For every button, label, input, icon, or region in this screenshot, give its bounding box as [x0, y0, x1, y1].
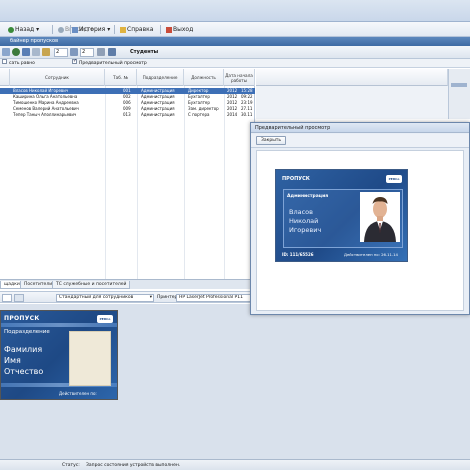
column-header-start-date[interactable]: Дата начала работы — [224, 69, 255, 86]
scroll-thumb[interactable] — [451, 83, 467, 87]
printer-icon[interactable] — [2, 294, 12, 302]
settings-icon[interactable] — [97, 48, 105, 56]
toolbar-field-2[interactable]: 2 — [80, 48, 94, 57]
grid-header-indicator — [0, 69, 10, 86]
app-title-bar: байнер пропусков — [0, 37, 470, 46]
menu-bar: Назад ▾ Вперед ▾ История ▾ Справка Выход — [0, 22, 470, 37]
history-icon — [72, 26, 78, 33]
refresh-icon[interactable] — [12, 48, 20, 56]
menu-separator — [52, 25, 53, 34]
mode-label[interactable]: Студенты — [130, 48, 158, 57]
card-department: Администрация — [287, 194, 329, 199]
cell-position: С портера — [188, 112, 210, 117]
card-id: ID: 111/65526 — [282, 252, 314, 257]
toolbar: 2 2 Студенты — [0, 46, 470, 59]
cell-date: 2014 — [227, 112, 238, 117]
preview-checkbox[interactable]: Предварительный просмотр — [72, 57, 147, 68]
photo-placeholder — [69, 331, 111, 386]
card-decor-band — [1, 323, 117, 327]
right-grid-header — [256, 69, 448, 86]
card-patronymic: Отчество — [4, 367, 44, 376]
menu-separator — [160, 25, 161, 34]
card-title: ПРОПУСК — [4, 315, 40, 322]
template-icon[interactable] — [14, 294, 24, 302]
menu-help[interactable]: Справка — [118, 24, 155, 35]
badge-template-card[interactable]: ПРОПУСК PERCo Подразделение Фамилия Имя … — [0, 310, 118, 400]
card-title: ПРОПУСК — [282, 176, 310, 182]
company-logo: PERCo — [97, 315, 113, 323]
chevron-down-icon: ▾ — [149, 295, 152, 300]
toolbar-field-1[interactable]: 2 — [54, 48, 68, 57]
employee-grid: Сотрудник Таб. № Подразделение Должность… — [0, 69, 255, 279]
checkbox-icon — [2, 59, 7, 64]
help-icon — [120, 26, 126, 33]
edit-icon[interactable] — [42, 48, 50, 56]
company-logo: PERCo — [386, 175, 402, 183]
card-valid-label: Действителен по: — [59, 391, 97, 396]
grid-header: Сотрудник Таб. № Подразделение Должность… — [0, 69, 255, 86]
card-department: Подразделение — [4, 329, 50, 335]
menu-history[interactable]: История ▾ — [70, 24, 112, 35]
status-bar: Статус: Запрос состояния устройств выпол… — [0, 459, 470, 470]
menu-separator — [114, 25, 115, 34]
status-text: Запрос состояния устройств выполнен. — [86, 463, 181, 468]
card-firstname: Николай — [289, 217, 319, 225]
window-top-strip — [0, 0, 470, 22]
checkbox-checked-icon — [72, 57, 77, 66]
tools-icon[interactable] — [108, 48, 116, 56]
forward-arrow-icon — [58, 26, 64, 33]
dialog-title: Предварительный просмотр — [251, 123, 469, 133]
print-icon[interactable] — [22, 48, 30, 56]
badge-preview-card: ПРОПУСК PERCo Администрация Власов Никол… — [275, 169, 408, 262]
menu-exit[interactable]: Выход — [164, 24, 195, 35]
cell-tab: 013 — [123, 112, 131, 117]
add-icon[interactable] — [2, 48, 10, 56]
column-header-position[interactable]: Должность — [184, 69, 224, 86]
column-header-dept[interactable]: Подразделение — [137, 69, 184, 86]
card-patronymic: Игоревич — [289, 226, 322, 234]
scrollbar[interactable] — [448, 69, 470, 119]
tab-visitors[interactable]: Посетители — [20, 281, 57, 289]
close-button[interactable]: Закрыть — [256, 136, 287, 145]
app-title: байнер пропусков — [10, 38, 59, 44]
card-valid-until: Действителен по: 26.11.14 — [344, 252, 398, 257]
menu-back[interactable]: Назад ▾ — [6, 24, 41, 35]
column-header-tab[interactable]: Таб. № — [105, 69, 137, 86]
cell-dept: Администрация — [141, 112, 175, 117]
card-firstname: Имя — [4, 356, 21, 365]
back-arrow-icon — [8, 26, 14, 33]
tab-vehicles[interactable]: ТС служебные и посетителей — [52, 281, 131, 289]
printer-select[interactable]: HP LaserJet Professional P11 — [176, 294, 256, 302]
cell-employee: Тепер Таныч Аполлинарьевич — [13, 112, 77, 117]
filter-left-label[interactable]: сать равно — [2, 59, 35, 68]
table-row[interactable]: Тепер Таныч Аполлинарьевич 013 Администр… — [0, 112, 255, 118]
swap-icon[interactable] — [70, 48, 78, 56]
card-lastname: Власов — [289, 208, 313, 216]
status-label: Статус: — [62, 463, 80, 468]
copy-icon[interactable] — [32, 48, 40, 56]
dialog-toolbar: Закрыть — [251, 134, 469, 148]
person-photo-icon — [360, 192, 400, 242]
exit-icon — [166, 26, 172, 33]
cell-time: 30.11 — [241, 112, 253, 117]
employee-photo — [360, 192, 400, 242]
template-select[interactable]: Стандартный для сотрудников ▾ — [56, 294, 154, 302]
tab-strip: щадки Посетители ТС служебные и посетите… — [0, 279, 255, 289]
filter-bar: сать равно Предварительный просмотр — [0, 57, 470, 68]
right-grid-area — [256, 69, 470, 119]
card-lastname: Фамилия — [4, 345, 43, 354]
column-header-employee[interactable]: Сотрудник — [10, 69, 105, 86]
